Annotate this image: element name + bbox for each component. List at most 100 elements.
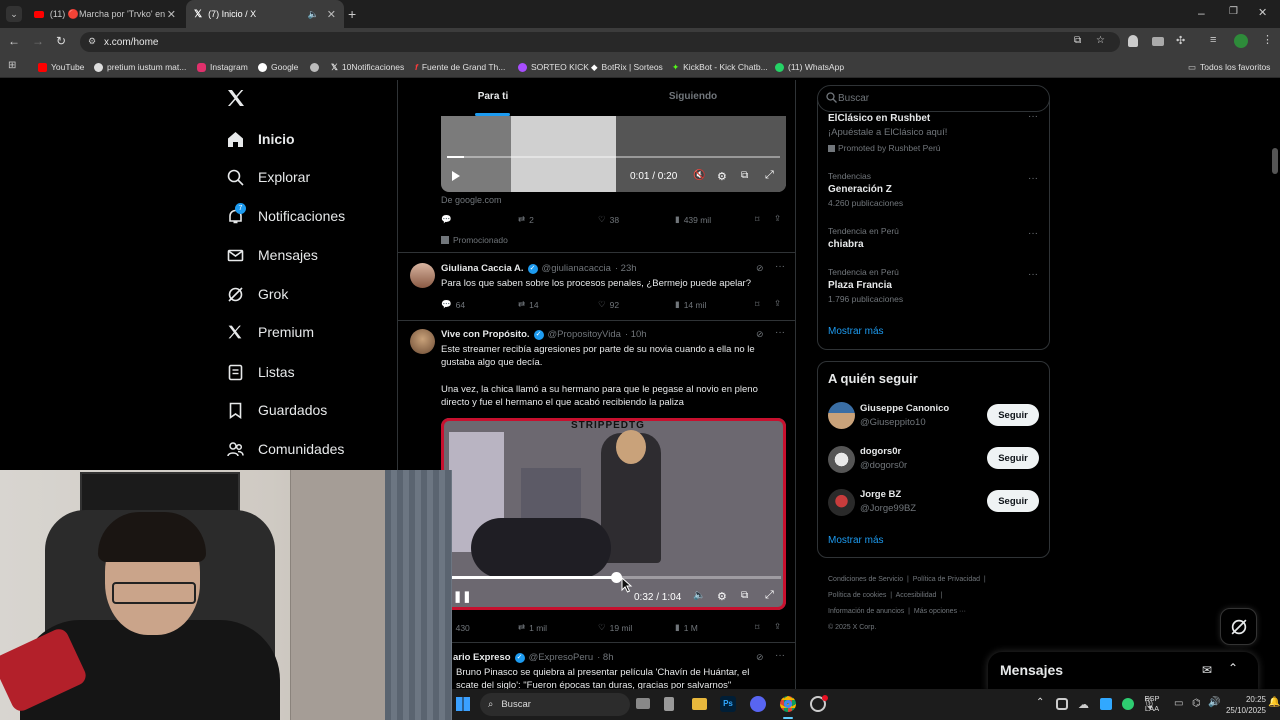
- bookmark-google[interactable]: Google: [258, 60, 298, 74]
- reply-button[interactable]: 💬 64: [441, 299, 465, 310]
- bookmark-youtube[interactable]: YouTube: [38, 60, 84, 74]
- avatar[interactable]: [828, 446, 855, 473]
- ad-source[interactable]: De google.com: [441, 194, 502, 207]
- tab-siguiendo[interactable]: Siguiendo: [598, 91, 788, 102]
- author-handle[interactable]: @giulianacaccia: [542, 263, 611, 274]
- pip-icon[interactable]: ⧉: [741, 590, 748, 601]
- bookmark-button[interactable]: ⌑: [755, 214, 759, 225]
- pause-icon[interactable]: ❚❚: [453, 590, 471, 603]
- bookmark-whatsapp[interactable]: (11) WhatsApp: [775, 60, 844, 74]
- close-icon[interactable]: ✕: [327, 8, 336, 21]
- bookmark-gta[interactable]: f Fuente de Grand Th...: [415, 60, 505, 74]
- more-icon[interactable]: ···: [775, 261, 785, 272]
- share-button[interactable]: ⇪: [774, 298, 781, 309]
- reply-button[interactable]: 💬: [441, 214, 452, 225]
- file-explorer-icon[interactable]: [692, 698, 707, 710]
- follow-name[interactable]: Jorge BZ: [860, 489, 901, 500]
- like-button[interactable]: ♡ 19 mil: [598, 622, 632, 633]
- x-logo-icon[interactable]: [226, 88, 248, 110]
- app-icon[interactable]: [664, 697, 674, 711]
- post-video[interactable]: STRIPPEDTG ❚❚ 0:32 / 1:04 🔈 ⚙ ⧉ ⤢: [441, 418, 786, 610]
- more-icon[interactable]: ···: [1028, 111, 1038, 122]
- install-icon[interactable]: ⧉: [1074, 35, 1081, 46]
- network-icon[interactable]: ⌬: [1192, 698, 1201, 709]
- all-bookmarks[interactable]: ▭ Todos los favoritos: [1188, 60, 1270, 74]
- extension-icon-2[interactable]: [1152, 37, 1164, 46]
- follow-button[interactable]: Seguir: [987, 447, 1039, 469]
- views-button[interactable]: ▮ 14 mil: [675, 299, 706, 310]
- new-tab-button[interactable]: +: [348, 6, 356, 22]
- avatar[interactable]: [828, 402, 855, 429]
- nav-item-notificaciones[interactable]: 7 Notificaciones: [226, 203, 345, 228]
- repost-button[interactable]: ⇄ 14: [518, 299, 539, 310]
- tab-youtube[interactable]: (11) 🔴Marcha por 'Trvko' en vi ✕: [26, 0, 184, 28]
- follow-name[interactable]: Giuseppe Canonico: [860, 403, 949, 414]
- discord-icon[interactable]: [750, 696, 766, 712]
- footer-link[interactable]: Política de Privacidad: [913, 576, 980, 583]
- mute-icon[interactable]: 🔇: [693, 170, 705, 181]
- video-progress-track[interactable]: [447, 156, 780, 158]
- task-view-icon[interactable]: [636, 698, 650, 709]
- site-info-icon[interactable]: ⚙: [88, 36, 96, 47]
- cloud-icon[interactable]: ☁: [1078, 698, 1089, 711]
- clock[interactable]: 20:25 25/10/2025: [1222, 694, 1266, 716]
- follow-name[interactable]: dogors0r: [860, 446, 901, 457]
- pip-icon[interactable]: ⧉: [741, 170, 748, 181]
- more-icon[interactable]: ···: [1028, 269, 1038, 280]
- nav-item-guardados[interactable]: Guardados: [226, 398, 327, 422]
- follow-button[interactable]: Seguir: [987, 490, 1039, 512]
- bookmark-globe[interactable]: [310, 60, 319, 74]
- trend-item[interactable]: Tendencia en Perú Plaza Francia 1.796 pu…: [828, 267, 1043, 307]
- footer-link[interactable]: Más opciones ···: [914, 608, 966, 615]
- play-icon[interactable]: [451, 170, 461, 182]
- taskbar-search[interactable]: ⌕ Buscar: [480, 693, 630, 716]
- nav-item-premium[interactable]: Premium: [226, 320, 314, 344]
- show-more-link[interactable]: Mostrar más: [828, 326, 884, 337]
- windows-start-icon[interactable]: [456, 697, 470, 711]
- follow-handle[interactable]: @dogors0r: [860, 460, 907, 471]
- more-icon[interactable]: ···: [775, 327, 785, 338]
- follow-handle[interactable]: @Jorge99BZ: [860, 503, 916, 514]
- tray-icon[interactable]: [1056, 698, 1068, 710]
- tray-icon-2[interactable]: [1100, 698, 1112, 710]
- like-button[interactable]: ♡ 92: [598, 299, 619, 310]
- grok-icon[interactable]: ⊘: [756, 263, 764, 274]
- new-message-icon[interactable]: ✉: [1202, 663, 1212, 677]
- speaker-icon[interactable]: 🔈: [308, 9, 319, 20]
- show-more-link[interactable]: Mostrar más: [828, 535, 884, 546]
- avatar[interactable]: [410, 263, 435, 288]
- back-icon[interactable]: ←: [8, 34, 20, 48]
- settings-icon[interactable]: ⚙: [717, 590, 727, 603]
- grok-button[interactable]: [1220, 608, 1257, 645]
- apps-icon[interactable]: ⊞: [8, 60, 16, 71]
- grok-icon[interactable]: ⊘: [756, 329, 764, 340]
- share-button[interactable]: ⇪: [774, 213, 781, 224]
- ad-video[interactable]: 0:01 / 0:20 🔇 ⚙ ⧉ ⤢: [441, 116, 786, 192]
- author-name[interactable]: Giuliana Caccia A.: [441, 263, 524, 274]
- repost-button[interactable]: ⇄ 1 mil: [518, 622, 547, 633]
- restore-button[interactable]: ❐: [1229, 6, 1238, 17]
- fullscreen-icon[interactable]: ⤢: [765, 589, 774, 602]
- footer-link[interactable]: Política de cookies: [828, 592, 886, 599]
- tab-x-home[interactable]: 𝕏 (7) Inicio / X 🔈 ✕: [186, 0, 344, 28]
- forward-icon[interactable]: →: [32, 34, 44, 48]
- minimize-button[interactable]: –: [1198, 6, 1205, 20]
- share-button[interactable]: ⇪: [774, 621, 781, 632]
- follow-button[interactable]: Seguir: [987, 404, 1039, 426]
- follow-handle[interactable]: @Giuseppito10: [860, 417, 926, 428]
- bookmark-botrix[interactable]: ◆ BotRix | Sorteos: [591, 60, 663, 74]
- author-name[interactable]: Vive con Propósito.: [441, 329, 530, 340]
- author-handle[interactable]: @PropositoyVida: [548, 329, 621, 340]
- puzzle-icon[interactable]: ✣: [1176, 34, 1185, 47]
- footer-link[interactable]: Accesibilidad: [896, 592, 937, 599]
- nav-item-mensajes[interactable]: Mensajes: [226, 243, 318, 267]
- reading-list-icon[interactable]: ≡: [1210, 34, 1216, 46]
- views-button[interactable]: ▮ 1 M: [675, 622, 698, 633]
- language-indicator[interactable]: ESP LAA: [1140, 694, 1164, 714]
- star-icon[interactable]: ☆: [1096, 35, 1105, 46]
- grok-icon[interactable]: ⊘: [756, 652, 764, 663]
- bookmark-sorteo-kick[interactable]: SORTEO KICK: [518, 60, 589, 74]
- nav-item-inicio[interactable]: Inicio: [226, 127, 295, 151]
- menu-icon[interactable]: ⋮: [1262, 33, 1273, 46]
- close-icon[interactable]: ✕: [167, 8, 176, 21]
